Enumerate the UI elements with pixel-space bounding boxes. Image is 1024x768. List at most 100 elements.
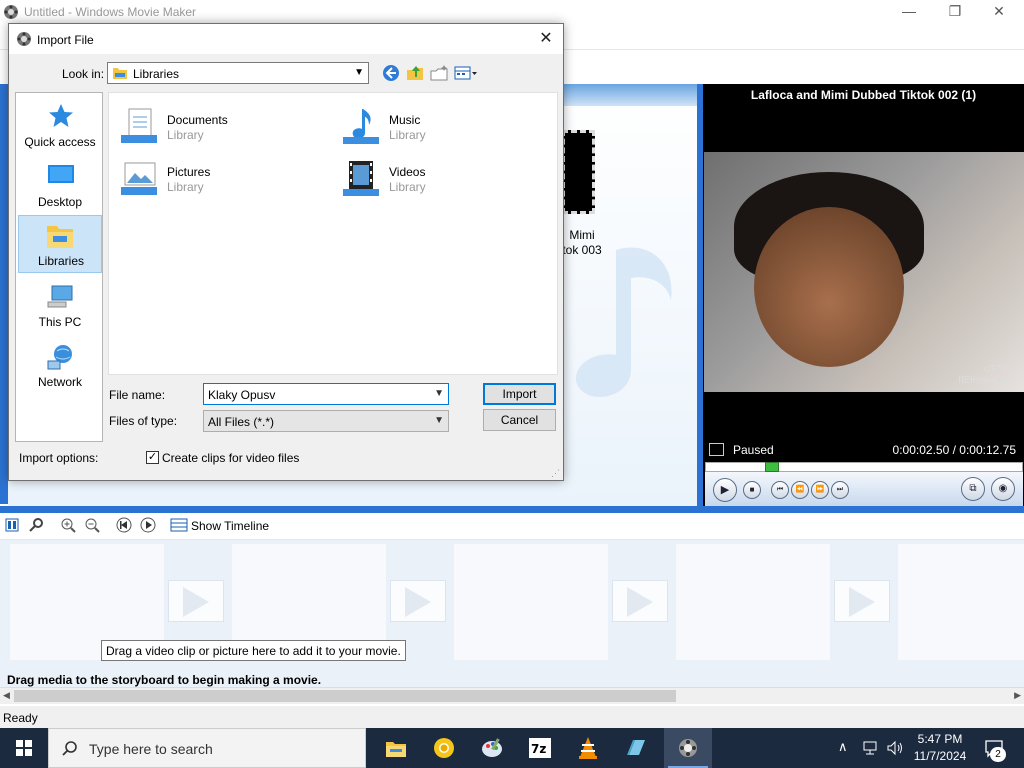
place-libraries[interactable]: Libraries xyxy=(18,215,102,273)
chevron-down-icon[interactable]: ▼ xyxy=(434,388,444,399)
previous-frame-icon[interactable]: ⏮ xyxy=(771,481,789,499)
place-this-pc[interactable]: This PC xyxy=(18,277,102,335)
clock-date[interactable]: 11/7/2024 xyxy=(910,749,970,763)
split-clip-icon[interactable]: ⧉ xyxy=(961,477,985,501)
storyboard-hint: Drag media to the storyboard to begin ma… xyxy=(7,673,322,687)
up-folder-icon[interactable] xyxy=(405,63,425,83)
maximize-button[interactable]: ❐ xyxy=(932,0,978,24)
libraries-folder-icon xyxy=(113,68,127,79)
vlc-taskbar-icon[interactable] xyxy=(564,728,612,768)
paint-taskbar-icon[interactable] xyxy=(468,728,516,768)
transition-arrow-icon xyxy=(405,587,431,617)
transition-slot[interactable] xyxy=(612,580,668,622)
place-desktop[interactable]: Desktop xyxy=(18,157,102,215)
storyboard-menu-icon[interactable] xyxy=(4,517,20,533)
look-in-dropdown[interactable]: Libraries ▼ xyxy=(107,62,369,84)
seek-bar[interactable] xyxy=(705,462,1023,472)
storyboard-tooltip: Drag a video clip or picture here to add… xyxy=(101,640,406,661)
storyboard-scrollbar[interactable]: ◀ ▶ xyxy=(0,687,1024,704)
scrollbar-thumb[interactable] xyxy=(14,690,676,702)
storyboard-toolbar: Show Timeline xyxy=(0,513,1024,540)
resize-grip-icon[interactable]: ⋰ xyxy=(551,468,561,478)
file-item-documents[interactable]: Documents Library xyxy=(117,107,327,151)
stop-icon[interactable]: ■ xyxy=(743,481,761,499)
show-timeline-button[interactable]: Show Timeline xyxy=(191,519,269,533)
take-picture-icon[interactable]: ◉ xyxy=(991,477,1015,501)
video-watermark: ᴄ/Fᴵᴵᵏᵀᵒᵏ IIElevenLabs xyxy=(958,364,1016,386)
storyboard[interactable] xyxy=(0,540,1024,687)
play-icon[interactable]: ▶ xyxy=(713,478,737,502)
seek-thumb[interactable] xyxy=(765,462,779,472)
7zip-taskbar-icon[interactable]: 7z xyxy=(516,728,564,768)
storyboard-slot[interactable] xyxy=(898,544,1024,660)
clock-time[interactable]: 5:47 PM xyxy=(910,732,970,746)
notification-count: 2 xyxy=(990,747,1006,762)
documents-library-icon xyxy=(121,108,157,143)
file-explorer-taskbar-icon[interactable] xyxy=(372,728,420,768)
zoom-in-icon[interactable] xyxy=(60,517,76,533)
files-of-type-dropdown[interactable]: All Files (*.*) ▼ xyxy=(203,410,449,432)
create-clips-label[interactable]: Create clips for video files xyxy=(162,451,299,465)
transition-slot[interactable] xyxy=(834,580,890,622)
windows-start-icon[interactable] xyxy=(0,728,48,768)
file-name: Documents xyxy=(167,113,228,127)
movie-maker-icon xyxy=(17,32,31,46)
storyboard-slot[interactable] xyxy=(454,544,608,660)
new-folder-icon[interactable] xyxy=(429,63,449,83)
notepad-taskbar-icon[interactable] xyxy=(612,728,660,768)
dialog-titlebar: Import File ✕ xyxy=(9,24,563,54)
transition-slot[interactable] xyxy=(168,580,224,622)
file-item-videos[interactable]: Videos Library xyxy=(339,159,549,203)
network-globe-icon xyxy=(47,345,72,370)
minimize-button[interactable]: — xyxy=(886,0,932,24)
view-menu-icon[interactable] xyxy=(453,63,479,83)
status-bar: Ready xyxy=(0,706,1024,728)
narrate-icon[interactable] xyxy=(28,517,44,533)
fast-forward-icon[interactable]: ⏩ xyxy=(811,481,829,499)
transition-slot[interactable] xyxy=(390,580,446,622)
play-storyboard-icon[interactable] xyxy=(140,517,156,533)
rewind-storyboard-icon[interactable] xyxy=(116,517,132,533)
file-name-input[interactable]: Klaky Opusv ▼ xyxy=(203,383,449,405)
file-item-music[interactable]: Music Library xyxy=(339,107,549,151)
monitor-title: Lafloca and Mimi Dubbed Tiktok 002 (1) xyxy=(750,88,977,102)
full-screen-icon[interactable] xyxy=(709,443,724,456)
pane-splitter-horizontal[interactable] xyxy=(0,506,1024,513)
scroll-left-icon[interactable]: ◀ xyxy=(3,690,10,701)
playback-time: 0:00:02.50 / 0:00:12.75 xyxy=(892,443,1016,457)
back-icon[interactable] xyxy=(382,64,400,82)
movie-maker-taskbar-icon[interactable] xyxy=(664,728,712,768)
volume-icon[interactable] xyxy=(886,740,904,756)
files-of-type-label: Files of type: xyxy=(109,414,178,428)
timeline-icon[interactable] xyxy=(170,517,188,533)
chevron-down-icon: ▼ xyxy=(354,67,364,78)
video-clip-thumbnail[interactable] xyxy=(562,130,595,214)
video-subject-face xyxy=(754,207,904,367)
place-network[interactable]: Network xyxy=(18,337,102,395)
place-quick-access[interactable]: Quick access xyxy=(18,97,102,155)
rewind-icon[interactable]: ⏪ xyxy=(791,481,809,499)
zoom-out-icon[interactable] xyxy=(84,517,100,533)
create-clips-checkbox[interactable]: ✓ xyxy=(146,451,159,464)
next-frame-icon[interactable]: ⏭ xyxy=(831,481,849,499)
close-window-button[interactable]: ✕ xyxy=(976,0,1022,24)
star-icon xyxy=(49,104,73,127)
file-type: Library xyxy=(167,128,204,142)
taskbar-search[interactable]: Type here to search xyxy=(48,728,366,768)
storyboard-slot[interactable] xyxy=(676,544,830,660)
scroll-right-icon[interactable]: ▶ xyxy=(1014,690,1021,701)
transition-arrow-icon xyxy=(183,587,209,617)
transition-arrow-icon xyxy=(627,587,653,617)
cancel-button[interactable]: Cancel xyxy=(483,409,556,431)
movie-maker-icon xyxy=(4,5,18,19)
file-item-pictures[interactable]: Pictures Library xyxy=(117,159,327,203)
dialog-close-icon[interactable]: ✕ xyxy=(535,28,557,50)
import-button[interactable]: Import xyxy=(483,383,556,405)
file-name: Videos xyxy=(389,165,426,179)
chevron-up-icon[interactable]: ∧ xyxy=(838,739,848,755)
status-text: Ready xyxy=(3,711,38,725)
file-type: Library xyxy=(167,180,204,194)
file-list[interactable]: Documents Library Music Library Pictures… xyxy=(108,92,558,375)
chrome-taskbar-icon[interactable] xyxy=(420,728,468,768)
network-icon[interactable] xyxy=(862,740,880,756)
